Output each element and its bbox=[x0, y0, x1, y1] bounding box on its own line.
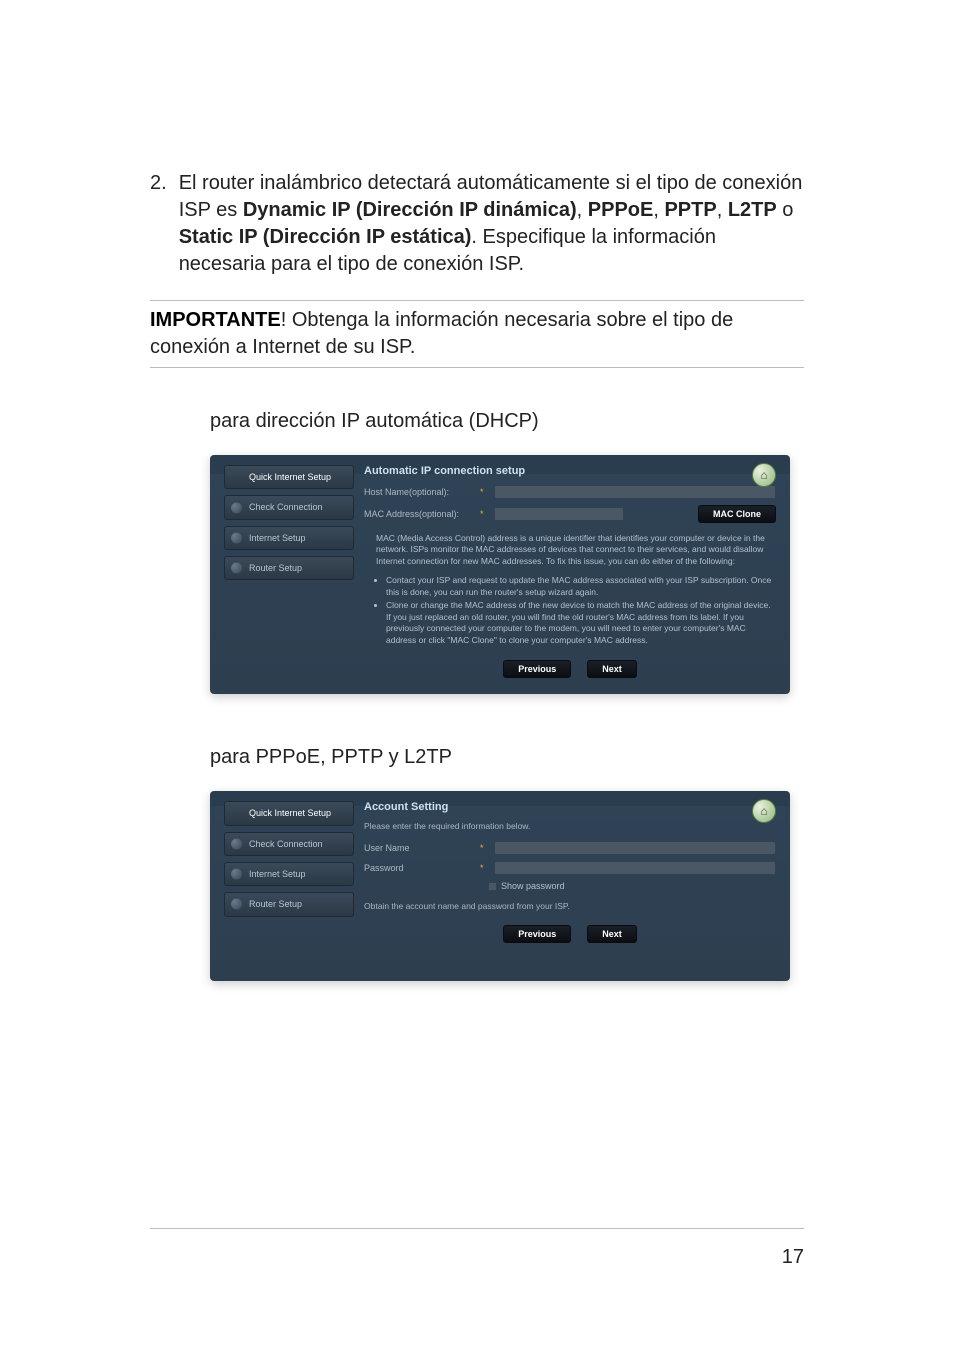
note-label: IMPORTANTE bbox=[150, 309, 281, 331]
host-name-input[interactable] bbox=[494, 485, 776, 499]
next-button[interactable]: Next bbox=[587, 660, 637, 678]
form-prompt: Please enter the required information be… bbox=[364, 821, 776, 831]
password-label: Password bbox=[364, 863, 474, 873]
screenshot-panel-dhcp: ⌂ Quick Internet Setup Check Connection … bbox=[210, 455, 790, 694]
previous-button[interactable]: Previous bbox=[503, 925, 571, 943]
asterisk-icon: * bbox=[480, 863, 488, 873]
info-bullet-2: Clone or change the MAC address of the n… bbox=[386, 600, 776, 646]
mac-info-text: MAC (Media Access Control) address is a … bbox=[364, 533, 776, 646]
mac-address-label: MAC Address(optional): bbox=[364, 509, 474, 519]
previous-button[interactable]: Previous bbox=[503, 660, 571, 678]
username-label: User Name bbox=[364, 843, 474, 853]
host-name-label: Host Name(optional): bbox=[364, 487, 474, 497]
screenshot-panel-pppoe: ⌂ Quick Internet Setup Check Connection … bbox=[210, 791, 790, 981]
username-input[interactable] bbox=[494, 841, 776, 855]
sidebar-item-internet[interactable]: Internet Setup bbox=[224, 862, 354, 886]
show-password-label: Show password bbox=[501, 881, 565, 891]
heading-pppoe: para PPPoE, PPTP y L2TP bbox=[210, 744, 804, 771]
sidebar-item-check[interactable]: Check Connection bbox=[224, 832, 354, 856]
panel-title: Automatic IP connection setup bbox=[364, 465, 776, 477]
sidebar-item-check[interactable]: Check Connection bbox=[224, 495, 354, 519]
page-number: 17 bbox=[782, 1246, 804, 1269]
footer-divider bbox=[150, 1228, 804, 1229]
bold-dynamic-ip: Dynamic IP (Dirección IP dinámica) bbox=[243, 199, 577, 221]
next-button[interactable]: Next bbox=[587, 925, 637, 943]
asterisk-icon: * bbox=[480, 509, 488, 519]
bold-pppoe: PPPoE bbox=[588, 199, 654, 221]
bold-pptp: PPTP bbox=[664, 199, 716, 221]
asterisk-icon: * bbox=[480, 843, 488, 853]
sidebar-item-qis[interactable]: Quick Internet Setup bbox=[224, 801, 354, 825]
main-paragraph: 2. El router inalámbrico detectará autom… bbox=[150, 170, 804, 278]
bold-static-ip: Static IP (Dirección IP estática) bbox=[179, 226, 472, 248]
helper-text: Obtain the account name and password fro… bbox=[364, 901, 776, 911]
heading-dhcp: para dirección IP automática (DHCP) bbox=[210, 408, 804, 435]
sidebar-item-internet[interactable]: Internet Setup bbox=[224, 526, 354, 550]
sidebar-item-qis[interactable]: Quick Internet Setup bbox=[224, 465, 354, 489]
panel-title: Account Setting bbox=[364, 801, 776, 813]
show-password-checkbox[interactable] bbox=[488, 882, 497, 891]
home-icon[interactable]: ⌂ bbox=[752, 463, 776, 487]
important-note: IMPORTANTE! Obtenga la información neces… bbox=[150, 300, 804, 368]
password-input[interactable] bbox=[494, 861, 776, 875]
asterisk-icon: * bbox=[480, 487, 488, 497]
mac-clone-button[interactable]: MAC Clone bbox=[698, 505, 776, 523]
info-bullet-1: Contact your ISP and request to update t… bbox=[386, 575, 776, 598]
list-number: 2. bbox=[150, 170, 167, 278]
sidebar-item-router[interactable]: Router Setup bbox=[224, 892, 354, 916]
wizard-sidebar: Quick Internet Setup Check Connection In… bbox=[224, 465, 354, 678]
sidebar-item-router[interactable]: Router Setup bbox=[224, 556, 354, 580]
wizard-sidebar: Quick Internet Setup Check Connection In… bbox=[224, 801, 354, 943]
mac-address-input[interactable] bbox=[494, 507, 624, 521]
bold-l2tp: L2TP bbox=[728, 199, 777, 221]
